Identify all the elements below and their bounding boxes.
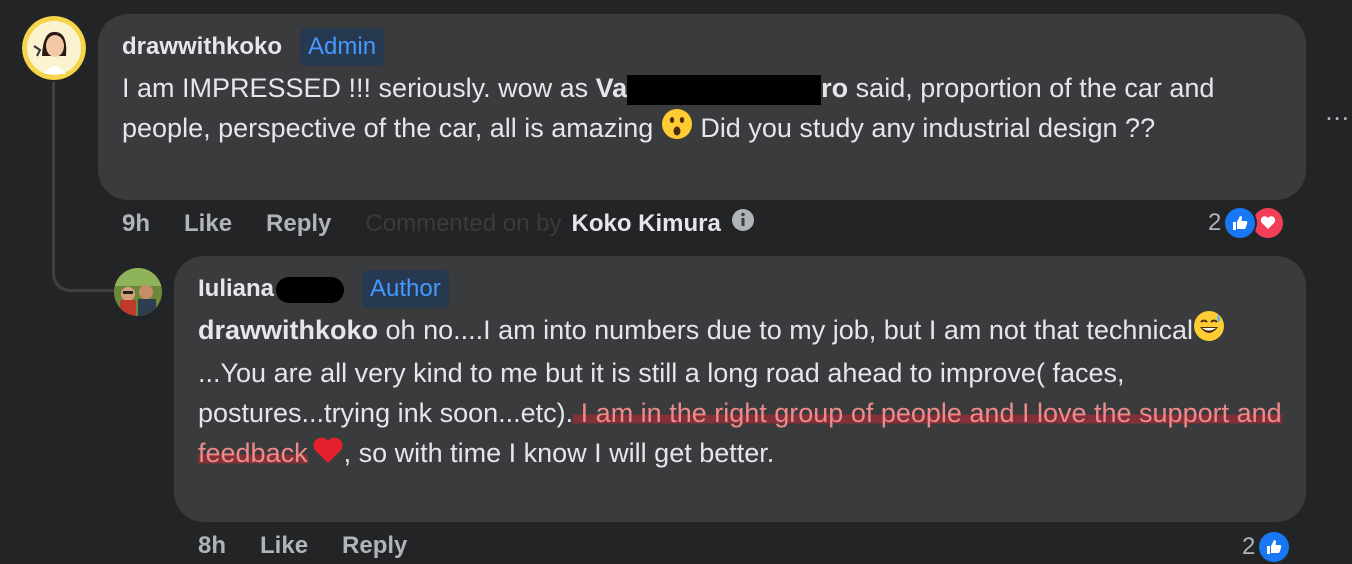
timestamp[interactable]: 9h <box>122 210 150 238</box>
reply-author-name[interactable]: Iuliana <box>198 275 345 303</box>
reply-actions: 8h Like Reply <box>198 532 407 560</box>
avatar-iuliana[interactable] <box>114 268 162 316</box>
reply-button[interactable]: Reply <box>342 532 407 560</box>
like-reaction-icon <box>1257 530 1292 564</box>
reply-button[interactable]: Reply <box>266 210 331 238</box>
comment-author-name[interactable]: drawwithkoko <box>122 33 282 61</box>
comment-bubble-iuliana: Iuliana Author drawwithkoko oh no....I a… <box>174 256 1306 522</box>
timestamp[interactable]: 8h <box>198 532 226 560</box>
reaction-count: 2 <box>1208 209 1222 236</box>
avatar-drawwithkoko[interactable] <box>22 16 86 80</box>
comment-bubble-drawwithkoko: drawwithkoko Admin I am IMPRESSED !!! se… <box>98 14 1306 200</box>
like-button[interactable]: Like <box>260 532 308 560</box>
reaction-summary[interactable]: 2 <box>1208 206 1286 240</box>
reply-text: drawwithkoko oh no....I am into numbers … <box>198 310 1282 476</box>
redacted-name <box>627 74 822 105</box>
red-heart-icon <box>312 435 344 476</box>
mention-link[interactable]: Va ro <box>596 73 848 105</box>
admin-badge: Admin <box>300 28 385 66</box>
info-icon[interactable] <box>731 208 755 239</box>
like-reaction-icon <box>1223 206 1258 240</box>
more-options-button[interactable]: ... <box>1325 96 1350 127</box>
commenter-name[interactable]: Koko Kimura <box>572 210 721 238</box>
commented-on-by: Commented on by Koko Kimura <box>365 208 754 239</box>
author-badge: Author <box>362 270 449 308</box>
redacted-surname <box>276 276 345 303</box>
comment-text: I am IMPRESSED !!! seriously. wow as Va r… <box>122 68 1282 151</box>
astonished-face-icon <box>661 108 693 151</box>
reply-reaction-summary[interactable]: 2 <box>1242 530 1292 564</box>
like-button[interactable]: Like <box>184 210 232 238</box>
comment-actions: 9h Like Reply Commented on by Koko Kimur… <box>122 208 755 239</box>
mention-link[interactable]: drawwithkoko <box>198 315 378 345</box>
grinning-face-with-sweat-icon <box>1193 310 1225 353</box>
reaction-count: 2 <box>1242 533 1256 560</box>
